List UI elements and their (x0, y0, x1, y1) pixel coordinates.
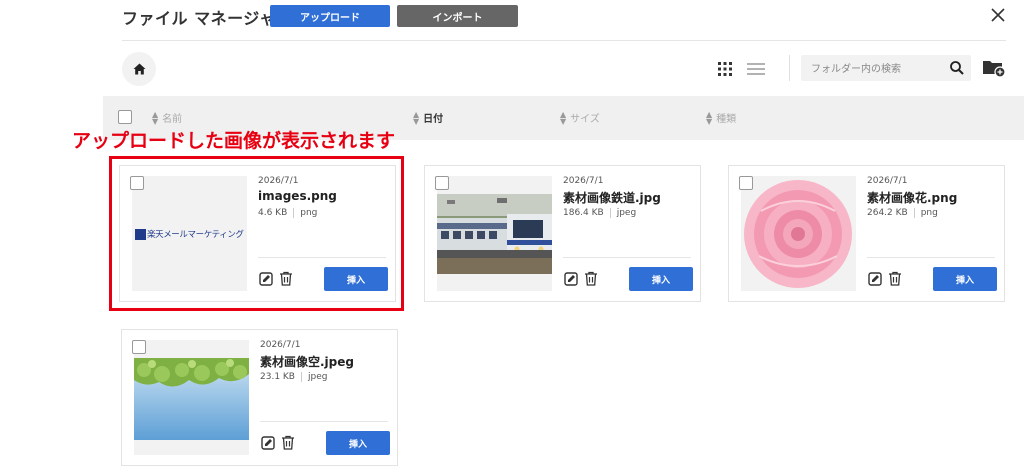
file-card[interactable]: 2026/7/1 素材画像空.jpeg 23.1 KB jpeg 挿入 (121, 329, 398, 466)
column-name[interactable]: ▲ ▼ 名前 (152, 110, 182, 125)
highlight-box (109, 156, 404, 311)
trash-icon[interactable] (584, 271, 598, 286)
toolbar-divider (789, 55, 790, 81)
column-type[interactable]: ▲ ▼ 種類 (706, 110, 736, 125)
file-thumbnail (437, 176, 552, 291)
file-card[interactable]: 2026/7/1 素材画像鉄道.jpg 186.4 KB jpeg 挿入 (424, 165, 701, 302)
upload-button[interactable]: アップロード (270, 5, 390, 27)
edit-icon[interactable] (261, 436, 275, 450)
file-type: jpeg (307, 372, 328, 382)
flower-photo (741, 176, 856, 291)
sort-icon: ▲ ▼ (706, 109, 713, 126)
home-icon (133, 63, 145, 75)
card-divider (867, 257, 995, 258)
insert-button[interactable]: 挿入 (326, 431, 390, 455)
file-thumbnail (741, 176, 856, 291)
close-icon[interactable] (988, 5, 1008, 25)
page-title: ファイル マネージャ (122, 9, 276, 28)
file-name: 素材画像空.jpeg (260, 355, 354, 369)
file-date: 2026/7/1 (867, 176, 908, 186)
file-name: 素材画像花.png (867, 191, 958, 205)
search-icon[interactable] (949, 60, 965, 76)
column-size[interactable]: ▲ ▼ サイズ (560, 110, 600, 125)
trash-icon[interactable] (281, 435, 295, 450)
card-divider (260, 421, 388, 422)
file-date: 2026/7/1 (563, 176, 604, 186)
header-divider (122, 40, 1006, 41)
column-date[interactable]: ▲ ▼ 日付 (413, 110, 443, 125)
edit-icon[interactable] (868, 272, 882, 286)
file-size: 23.1 KB (260, 372, 295, 382)
insert-button[interactable]: 挿入 (629, 267, 693, 291)
file-type: png (920, 208, 938, 218)
sort-icon: ▲ ▼ (413, 109, 420, 126)
search-box (801, 55, 971, 83)
list-view-icon[interactable] (746, 61, 766, 77)
train-photo (437, 176, 552, 291)
file-size: 186.4 KB (563, 208, 604, 218)
card-divider (563, 257, 691, 258)
import-button[interactable]: インポート (397, 5, 518, 27)
new-folder-icon[interactable] (982, 58, 1006, 78)
file-thumbnail (134, 340, 249, 455)
file-type: jpeg (616, 208, 637, 218)
file-name: 素材画像鉄道.jpg (563, 191, 661, 205)
insert-button[interactable]: 挿入 (933, 267, 997, 291)
file-card[interactable]: 2026/7/1 素材画像花.png 264.2 KB png 挿入 (728, 165, 1005, 302)
edit-icon[interactable] (564, 272, 578, 286)
search-input[interactable] (809, 55, 943, 83)
grid-view-icon[interactable] (717, 61, 733, 77)
file-checkbox[interactable] (132, 340, 146, 354)
file-checkbox[interactable] (739, 176, 753, 190)
annotation-text: アップロードした画像が表示されます (72, 130, 396, 152)
file-checkbox[interactable] (435, 176, 449, 190)
file-date: 2026/7/1 (260, 340, 301, 350)
select-all-checkbox[interactable] (118, 110, 132, 124)
home-button[interactable] (122, 52, 156, 86)
sort-icon: ▲ ▼ (560, 109, 567, 126)
trash-icon[interactable] (888, 271, 902, 286)
sky-photo (134, 340, 249, 455)
file-size: 264.2 KB (867, 208, 908, 218)
sort-icon: ▲ ▼ (152, 109, 159, 126)
